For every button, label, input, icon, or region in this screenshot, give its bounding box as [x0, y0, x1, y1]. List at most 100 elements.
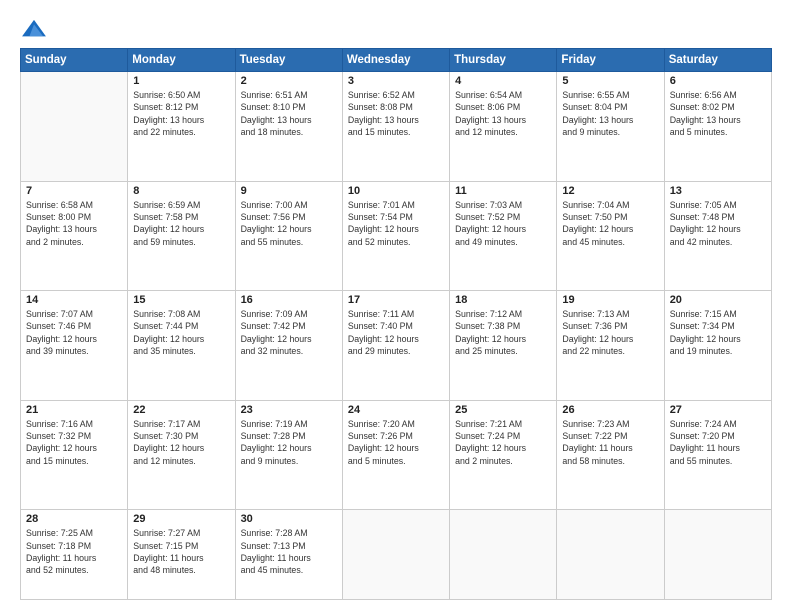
page: SundayMondayTuesdayWednesdayThursdayFrid… [0, 0, 792, 612]
calendar-cell: 25 Sunrise: 7:21 AM Sunset: 7:24 PM Dayli… [450, 400, 557, 510]
weekday-header-wednesday: Wednesday [342, 49, 449, 72]
day-info: Sunrise: 7:19 AM Sunset: 7:28 PM Dayligh… [241, 418, 337, 467]
day-number: 2 [241, 75, 337, 87]
weekday-header-saturday: Saturday [664, 49, 771, 72]
day-number: 8 [133, 185, 229, 197]
day-info: Sunrise: 7:16 AM Sunset: 7:32 PM Dayligh… [26, 418, 122, 467]
day-number: 22 [133, 404, 229, 416]
day-number: 17 [348, 294, 444, 306]
day-info: Sunrise: 7:24 AM Sunset: 7:20 PM Dayligh… [670, 418, 766, 467]
day-info: Sunrise: 7:28 AM Sunset: 7:13 PM Dayligh… [241, 527, 337, 576]
day-number: 1 [133, 75, 229, 87]
calendar: SundayMondayTuesdayWednesdayThursdayFrid… [20, 48, 772, 600]
day-info: Sunrise: 7:00 AM Sunset: 7:56 PM Dayligh… [241, 199, 337, 248]
day-info: Sunrise: 6:59 AM Sunset: 7:58 PM Dayligh… [133, 199, 229, 248]
calendar-cell: 6Sunrise: 6:56 AM Sunset: 8:02 PM Daylig… [664, 72, 771, 182]
day-info: Sunrise: 7:09 AM Sunset: 7:42 PM Dayligh… [241, 308, 337, 357]
day-number: 29 [133, 513, 229, 525]
day-info: Sunrise: 7:04 AM Sunset: 7:50 PM Dayligh… [562, 199, 658, 248]
calendar-cell: 13 Sunrise: 7:05 AM Sunset: 7:48 PM Dayli… [664, 181, 771, 291]
calendar-cell: 26 Sunrise: 7:23 AM Sunset: 7:22 PM Dayli… [557, 400, 664, 510]
weekday-header-friday: Friday [557, 49, 664, 72]
day-info: Sunrise: 7:27 AM Sunset: 7:15 PM Dayligh… [133, 527, 229, 576]
week-row-2: 7Sunrise: 6:58 AM Sunset: 8:00 PM Daylig… [21, 181, 772, 291]
day-info: Sunrise: 7:12 AM Sunset: 7:38 PM Dayligh… [455, 308, 551, 357]
day-info: Sunrise: 7:05 AM Sunset: 7:48 PM Dayligh… [670, 199, 766, 248]
logo-icon [20, 18, 48, 40]
calendar-cell: 9 Sunrise: 7:00 AM Sunset: 7:56 PM Daylig… [235, 181, 342, 291]
weekday-header-sunday: Sunday [21, 49, 128, 72]
day-info: Sunrise: 7:23 AM Sunset: 7:22 PM Dayligh… [562, 418, 658, 467]
day-info: Sunrise: 6:51 AM Sunset: 8:10 PM Dayligh… [241, 89, 337, 138]
day-number: 21 [26, 404, 122, 416]
calendar-cell: 11Sunrise: 7:03 AM Sunset: 7:52 PM Dayli… [450, 181, 557, 291]
calendar-cell [664, 510, 771, 600]
day-number: 3 [348, 75, 444, 87]
week-row-1: 1 Sunrise: 6:50 AM Sunset: 8:12 PM Daylig… [21, 72, 772, 182]
day-info: Sunrise: 7:25 AM Sunset: 7:18 PM Dayligh… [26, 527, 122, 576]
calendar-cell: 2 Sunrise: 6:51 AM Sunset: 8:10 PM Daylig… [235, 72, 342, 182]
weekday-header-tuesday: Tuesday [235, 49, 342, 72]
day-info: Sunrise: 7:07 AM Sunset: 7:46 PM Dayligh… [26, 308, 122, 357]
calendar-cell: 4 Sunrise: 6:54 AM Sunset: 8:06 PM Daylig… [450, 72, 557, 182]
day-number: 15 [133, 294, 229, 306]
calendar-cell: 27 Sunrise: 7:24 AM Sunset: 7:20 PM Dayli… [664, 400, 771, 510]
day-info: Sunrise: 6:52 AM Sunset: 8:08 PM Dayligh… [348, 89, 444, 138]
calendar-cell [557, 510, 664, 600]
day-info: Sunrise: 7:11 AM Sunset: 7:40 PM Dayligh… [348, 308, 444, 357]
day-number: 19 [562, 294, 658, 306]
day-number: 13 [670, 185, 766, 197]
calendar-cell: 19 Sunrise: 7:13 AM Sunset: 7:36 PM Dayli… [557, 291, 664, 401]
day-number: 18 [455, 294, 551, 306]
day-info: Sunrise: 6:50 AM Sunset: 8:12 PM Dayligh… [133, 89, 229, 138]
day-info: Sunrise: 7:20 AM Sunset: 7:26 PM Dayligh… [348, 418, 444, 467]
calendar-cell: 24 Sunrise: 7:20 AM Sunset: 7:26 PM Dayli… [342, 400, 449, 510]
day-info: Sunrise: 7:08 AM Sunset: 7:44 PM Dayligh… [133, 308, 229, 357]
calendar-cell [342, 510, 449, 600]
weekday-header-monday: Monday [128, 49, 235, 72]
calendar-cell: 5Sunrise: 6:55 AM Sunset: 8:04 PM Daylig… [557, 72, 664, 182]
day-info: Sunrise: 7:15 AM Sunset: 7:34 PM Dayligh… [670, 308, 766, 357]
calendar-cell [21, 72, 128, 182]
day-number: 4 [455, 75, 551, 87]
calendar-cell: 3 Sunrise: 6:52 AM Sunset: 8:08 PM Daylig… [342, 72, 449, 182]
calendar-cell: 12 Sunrise: 7:04 AM Sunset: 7:50 PM Dayli… [557, 181, 664, 291]
calendar-cell: 16 Sunrise: 7:09 AM Sunset: 7:42 PM Dayli… [235, 291, 342, 401]
day-number: 27 [670, 404, 766, 416]
day-number: 24 [348, 404, 444, 416]
day-number: 11 [455, 185, 551, 197]
calendar-cell: 10 Sunrise: 7:01 AM Sunset: 7:54 PM Dayli… [342, 181, 449, 291]
day-number: 16 [241, 294, 337, 306]
calendar-cell: 23Sunrise: 7:19 AM Sunset: 7:28 PM Dayli… [235, 400, 342, 510]
weekday-header-thursday: Thursday [450, 49, 557, 72]
week-row-5: 28Sunrise: 7:25 AM Sunset: 7:18 PM Dayli… [21, 510, 772, 600]
calendar-cell: 30 Sunrise: 7:28 AM Sunset: 7:13 PM Dayli… [235, 510, 342, 600]
calendar-cell: 20Sunrise: 7:15 AM Sunset: 7:34 PM Dayli… [664, 291, 771, 401]
day-info: Sunrise: 7:01 AM Sunset: 7:54 PM Dayligh… [348, 199, 444, 248]
calendar-cell: 15 Sunrise: 7:08 AM Sunset: 7:44 PM Dayli… [128, 291, 235, 401]
calendar-cell: 1 Sunrise: 6:50 AM Sunset: 8:12 PM Daylig… [128, 72, 235, 182]
calendar-cell: 14 Sunrise: 7:07 AM Sunset: 7:46 PM Dayli… [21, 291, 128, 401]
calendar-cell: 18 Sunrise: 7:12 AM Sunset: 7:38 PM Dayli… [450, 291, 557, 401]
day-info: Sunrise: 6:56 AM Sunset: 8:02 PM Dayligh… [670, 89, 766, 138]
day-number: 5 [562, 75, 658, 87]
day-info: Sunrise: 6:54 AM Sunset: 8:06 PM Dayligh… [455, 89, 551, 138]
day-info: Sunrise: 7:21 AM Sunset: 7:24 PM Dayligh… [455, 418, 551, 467]
day-number: 26 [562, 404, 658, 416]
calendar-cell: 8 Sunrise: 6:59 AM Sunset: 7:58 PM Daylig… [128, 181, 235, 291]
day-number: 25 [455, 404, 551, 416]
day-info: Sunrise: 7:17 AM Sunset: 7:30 PM Dayligh… [133, 418, 229, 467]
logo [20, 18, 52, 40]
calendar-cell: 29 Sunrise: 7:27 AM Sunset: 7:15 PM Dayli… [128, 510, 235, 600]
header [20, 18, 772, 40]
day-number: 12 [562, 185, 658, 197]
week-row-3: 14 Sunrise: 7:07 AM Sunset: 7:46 PM Dayli… [21, 291, 772, 401]
calendar-cell: 21 Sunrise: 7:16 AM Sunset: 7:32 PM Dayli… [21, 400, 128, 510]
day-number: 30 [241, 513, 337, 525]
day-number: 9 [241, 185, 337, 197]
calendar-cell [450, 510, 557, 600]
calendar-cell: 7Sunrise: 6:58 AM Sunset: 8:00 PM Daylig… [21, 181, 128, 291]
day-number: 14 [26, 294, 122, 306]
day-number: 10 [348, 185, 444, 197]
day-info: Sunrise: 7:13 AM Sunset: 7:36 PM Dayligh… [562, 308, 658, 357]
